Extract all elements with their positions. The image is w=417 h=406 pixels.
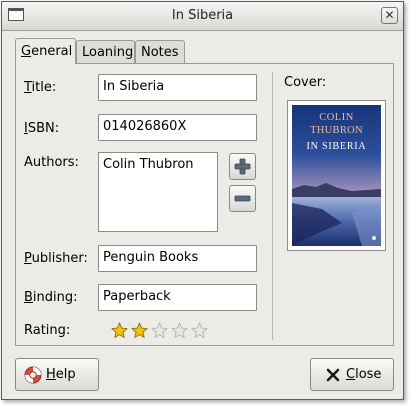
publisher-label-mnemonic: P: [24, 251, 32, 266]
star-empty-icon[interactable]: [171, 322, 188, 339]
title-bar[interactable]: In Siberia ✕: [2, 2, 403, 31]
isbn-field[interactable]: 014026860X: [98, 114, 257, 141]
binding-field[interactable]: Paperback: [98, 284, 257, 311]
close-mnemonic: C: [346, 367, 356, 382]
tab-loaning[interactable]: Loaning: [76, 40, 135, 64]
help-mnemonic: H: [46, 367, 56, 382]
book-properties-dialog: In Siberia ✕ General Loaning Notes Title…: [1, 1, 404, 400]
cover-art-svg: COLIN THUBRON IN SIBERIA: [292, 105, 381, 246]
list-item[interactable]: Colin Thubron: [103, 157, 213, 172]
tab-general-label: eneral: [31, 44, 73, 59]
tab-general[interactable]: General: [15, 38, 76, 64]
authors-list[interactable]: Colin Thubron: [98, 152, 218, 232]
binding-label: Binding:: [24, 290, 78, 305]
close-button-label: Close: [346, 367, 381, 382]
publisher-label-text: ublisher:: [31, 251, 88, 266]
title-field[interactable]: In Siberia: [98, 74, 257, 101]
help-button[interactable]: Help: [15, 358, 99, 391]
star-empty-icon[interactable]: [191, 322, 208, 339]
cover-title-text: IN SIBERIA: [307, 141, 367, 152]
close-icon: [326, 368, 340, 382]
authors-label: Authors:: [24, 155, 79, 170]
title-label: Title:: [24, 80, 56, 95]
cover-label: Cover:: [284, 75, 327, 90]
close-button[interactable]: Close: [310, 358, 394, 391]
cover-image-frame[interactable]: COLIN THUBRON IN SIBERIA: [287, 100, 386, 251]
minus-icon: [234, 195, 251, 202]
book-cover-image: COLIN THUBRON IN SIBERIA: [292, 105, 381, 246]
add-author-button[interactable]: [229, 153, 256, 180]
general-panel: Title: In Siberia ISBN: 014026860X Autho…: [15, 63, 394, 346]
tab-general-mnemonic: G: [21, 44, 32, 59]
title-label-mnemonic: T: [24, 80, 32, 95]
window-close-button[interactable]: ✕: [381, 7, 398, 24]
publisher-label: Publisher:: [24, 251, 88, 266]
rating-label: Rating:: [24, 323, 71, 338]
binding-label-text: inding:: [32, 290, 78, 305]
plus-icon: [234, 158, 251, 175]
help-label-text: elp: [55, 367, 76, 382]
star-empty-icon[interactable]: [151, 322, 168, 339]
cover-author-line1: COLIN: [319, 112, 354, 123]
title-label-text: itle:: [31, 80, 57, 95]
close-label-text: lose: [355, 367, 382, 382]
lifebuoy-icon: [24, 366, 42, 384]
publisher-logo-icon: [372, 236, 376, 240]
star-filled-icon[interactable]: [131, 322, 148, 339]
binding-label-mnemonic: B: [24, 290, 33, 305]
star-filled-icon[interactable]: [111, 322, 128, 339]
remove-author-button[interactable]: [229, 185, 256, 212]
isbn-label: ISBN:: [24, 121, 59, 136]
cover-author-line2: THUBRON: [310, 125, 363, 136]
panel-divider: [272, 72, 273, 340]
publisher-field[interactable]: Penguin Books: [98, 245, 257, 272]
isbn-label-text: SBN:: [27, 121, 60, 136]
help-button-label: Help: [46, 367, 76, 382]
window-title: In Siberia: [171, 8, 234, 23]
tab-notes[interactable]: Notes: [135, 40, 185, 64]
